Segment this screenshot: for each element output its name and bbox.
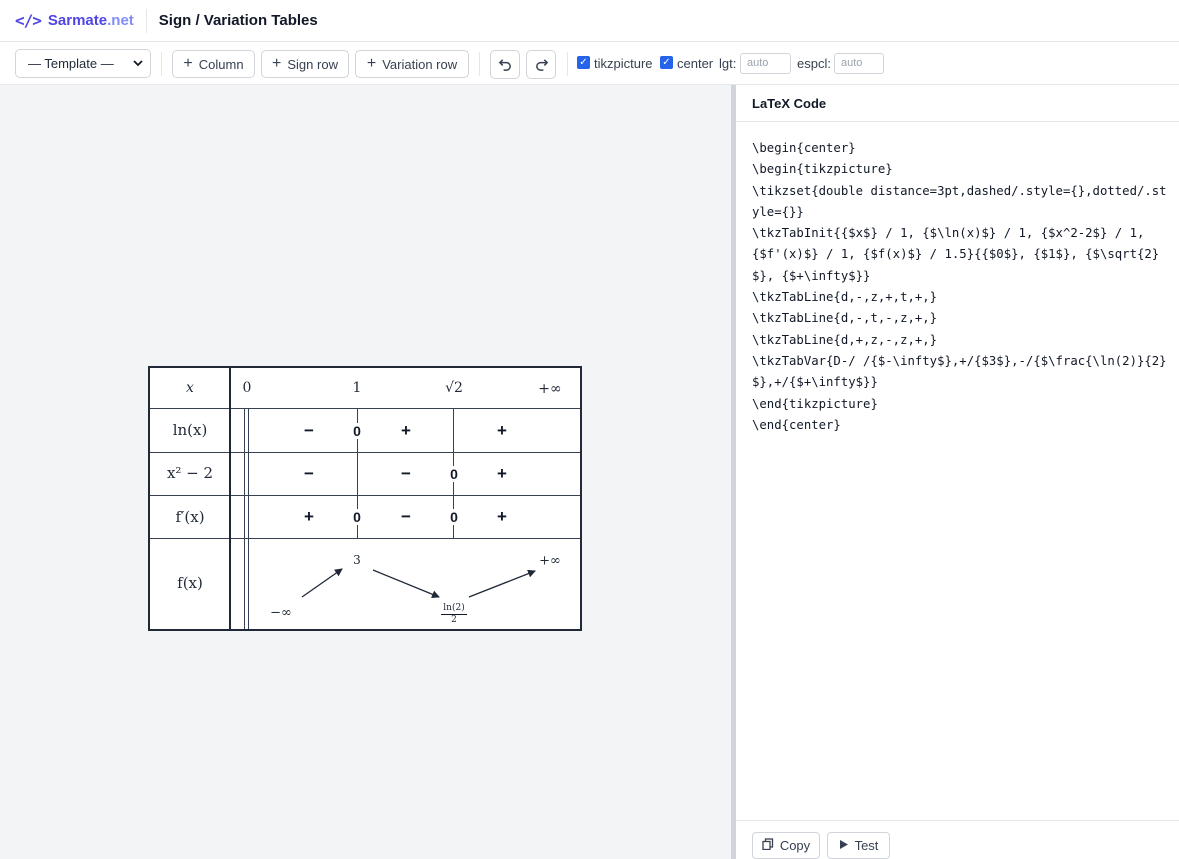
undo-icon (498, 59, 511, 71)
code-panel-divider (736, 121, 1179, 122)
latex-code-output[interactable]: \begin{center} \begin{tikzpicture} \tikz… (752, 138, 1170, 436)
toolbar-divider (161, 52, 162, 76)
undo-button[interactable] (490, 50, 520, 79)
tikzpicture-label: tikzpicture (594, 56, 653, 71)
plus-icon: + (366, 55, 377, 72)
preview-panel: x 0 1 √2 +∞ ln(x) x² − 2 f′(x) f(x) − 0 … (0, 85, 731, 859)
variation-arrows (301, 568, 536, 599)
redo-icon (535, 59, 548, 71)
code-panel: LaTeX Code \begin{center} \begin{tikzpic… (736, 85, 1179, 859)
center-label: center (677, 56, 714, 71)
toolbar-divider (479, 52, 480, 76)
header-divider (145, 8, 147, 33)
copy-button[interactable]: Copy (752, 832, 820, 859)
toolbar-divider (567, 52, 568, 76)
app-header: </> Sarmate .net Sign / Variation Tables (0, 0, 1179, 42)
arrow-up-1 (301, 568, 343, 598)
code-panel-title: LaTeX Code (752, 96, 827, 111)
arrow-up-2 (468, 569, 536, 598)
add-sign-row-button[interactable]: + Sign row (261, 50, 349, 78)
plus-icon: + (272, 55, 282, 72)
page-title: Sign / Variation Tables (158, 12, 318, 29)
template-select-value: — Template — (28, 56, 114, 71)
brand-logo[interactable]: </> Sarmate .net (15, 11, 134, 30)
add-sign-row-label: Sign row (287, 56, 338, 72)
brand-name: Sarmate (47, 12, 108, 29)
lgt-input[interactable]: auto (740, 53, 791, 74)
code-panel-footer-divider (736, 820, 1179, 821)
variation-table: x 0 1 √2 +∞ ln(x) x² − 2 f′(x) f(x) − 0 … (148, 366, 582, 631)
redo-button[interactable] (526, 50, 556, 79)
plus-icon: + (183, 55, 193, 72)
lgt-label: lgt: (719, 56, 737, 71)
arrow-down (372, 569, 440, 599)
add-column-label: Column (198, 56, 244, 72)
add-variation-row-label: Variation row (382, 56, 458, 72)
test-button[interactable]: Test (827, 832, 890, 859)
brand-tld: .net (107, 12, 134, 29)
add-variation-row-button[interactable]: + Variation row (355, 50, 469, 78)
copy-label: Copy (779, 838, 811, 853)
copy-icon (762, 838, 774, 853)
chevron-down-icon (132, 56, 144, 73)
template-select[interactable]: — Template — (15, 49, 151, 78)
tikzpicture-checkbox[interactable]: ✓ (577, 56, 590, 69)
espcl-input[interactable]: auto (834, 53, 884, 74)
test-label: Test (854, 838, 879, 853)
espcl-label: espcl: (797, 56, 831, 71)
play-icon (839, 839, 849, 853)
add-column-button[interactable]: + Column (172, 50, 255, 78)
code-icon: </> (15, 11, 42, 30)
toolbar: — Template — + Column + Sign row + Varia… (0, 43, 1179, 85)
center-checkbox[interactable]: ✓ (660, 56, 673, 69)
